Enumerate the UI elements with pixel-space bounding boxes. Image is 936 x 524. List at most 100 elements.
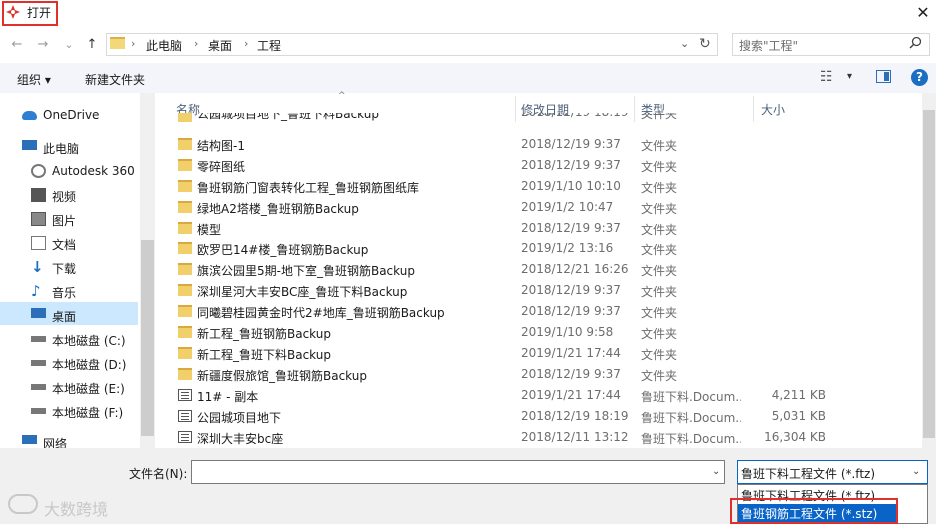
file-type: 文件夹: [641, 202, 678, 216]
folder-icon: [178, 284, 192, 296]
up-button[interactable]: ↑: [83, 36, 101, 54]
folder-icon: [178, 368, 192, 380]
nav-item[interactable]: 本地磁盘 (D:): [0, 352, 140, 374]
file-row[interactable]: 模型 2018/12/19 9:37 文件夹: [160, 218, 930, 239]
view-options-icon[interactable]: ☷: [820, 69, 833, 85]
file-row[interactable]: 新工程_鲁班钢筋Backup 2019/1/10 9:58 文件夹: [160, 322, 930, 343]
nav-item[interactable]: 桌面: [0, 304, 140, 326]
file-row[interactable]: 欧罗巴14#楼_鲁班钢筋Backup 2019/1/2 13:16 文件夹: [160, 238, 930, 259]
nav-item-label: 下载: [52, 262, 77, 276]
breadcrumb-separator: ›: [244, 37, 249, 50]
network-icon: [22, 435, 37, 444]
file-row[interactable]: 新工程_鲁班下料Backup 2019/1/21 17:44 文件夹: [160, 343, 930, 364]
file-type: 文件夹: [641, 223, 678, 237]
nav-item-label: OneDrive: [43, 108, 100, 122]
help-icon[interactable]: ?: [911, 69, 928, 86]
file-row[interactable]: 绿地A2塔楼_鲁班钢筋Backup 2019/1/2 10:47 文件夹: [160, 197, 930, 218]
file-name: 11# - 副本: [197, 390, 259, 404]
watermark-text: 大数跨境: [44, 500, 109, 519]
new-folder-button[interactable]: 新建文件夹: [85, 71, 145, 88]
breadcrumb-separator: ›: [131, 37, 136, 50]
file-date: 2018/12/11 13:12: [521, 430, 629, 444]
file-row[interactable]: 鲁班钢筋门窗表转化工程_鲁班钢筋图纸库 2019/1/10 10:10 文件夹: [160, 176, 930, 197]
file-row[interactable]: 零碎图纸 2018/12/19 9:37 文件夹: [160, 155, 930, 176]
file-name: 结构图-1: [197, 139, 245, 153]
breadcrumb-item[interactable]: 此电脑: [146, 37, 182, 54]
cloud-icon: [22, 111, 37, 120]
file-date: 2018/12/19 18:19: [521, 113, 629, 119]
file-date: 2018/12/19 9:37: [521, 283, 621, 297]
nav-item[interactable]: 图片: [0, 208, 140, 230]
file-type: 鲁班下料.Docum...: [641, 390, 741, 404]
filename-input[interactable]: [191, 460, 725, 484]
nav-item[interactable]: 此电脑: [0, 136, 140, 158]
file-row[interactable]: 旗滨公园里5期-地下室_鲁班钢筋Backup 2018/12/21 16:26 文件…: [160, 259, 930, 280]
file-type: 文件夹: [641, 243, 678, 257]
document-icon: [178, 431, 192, 443]
folder-icon: [178, 222, 192, 234]
window-title: 打开: [27, 6, 52, 20]
nav-item[interactable]: Autodesk 360: [0, 160, 140, 182]
drive-icon: [31, 408, 46, 414]
nav-item-label: 本地磁盘 (C:): [52, 334, 126, 348]
file-name: 深圳大丰安bc座: [197, 432, 284, 446]
folder-icon: [178, 113, 192, 122]
breadcrumb-item[interactable]: 工程: [257, 37, 281, 54]
file-row[interactable]: 11# - 副本 2019/1/21 17:44 鲁班下料.Docum... 4,21…: [160, 385, 930, 406]
video-icon: [31, 188, 46, 202]
breadcrumb-item[interactable]: 桌面: [208, 37, 232, 54]
file-date: 2018/12/21 16:26: [521, 262, 629, 276]
drive-icon: [31, 360, 46, 366]
nav-scrollbar-thumb[interactable]: [141, 240, 154, 436]
drive-icon: [31, 336, 46, 342]
file-size: 16,304 KB: [764, 430, 826, 444]
file-row[interactable]: 公园城项目地下_鲁班下料Backup 2018/12/19 18:19 文件夹: [160, 113, 930, 131]
file-name: 欧罗巴14#楼_鲁班钢筋Backup: [197, 243, 369, 257]
file-type: 文件夹: [641, 264, 678, 278]
nav-item[interactable]: 视频: [0, 184, 140, 206]
file-row[interactable]: 结构图-1 2018/12/19 9:37 文件夹: [160, 134, 930, 155]
view-dropdown-icon[interactable]: ▾: [847, 71, 852, 82]
file-list-scrollbar-thumb[interactable]: [923, 110, 935, 438]
file-type: 文件夹: [641, 160, 678, 174]
folder-icon: [178, 138, 192, 150]
nav-item[interactable]: ↓ 下载: [0, 256, 140, 278]
nav-item[interactable]: 本地磁盘 (C:): [0, 328, 140, 350]
nav-item[interactable]: 本地磁盘 (E:): [0, 376, 140, 398]
file-row[interactable]: 新疆度假旅馆_鲁班钢筋Backup 2018/12/19 9:37 文件夹: [160, 364, 930, 385]
nav-item-label: 本地磁盘 (E:): [52, 382, 125, 396]
folder-icon: [178, 201, 192, 213]
file-name: 同曦碧桂园黄金时代2#地库_鲁班钢筋Backup: [197, 306, 445, 320]
close-button[interactable]: ✕: [914, 4, 932, 22]
file-row[interactable]: 深圳大丰安bc座 2018/12/11 13:12 鲁班下料.Docum... 16,…: [160, 427, 930, 448]
recent-locations-button[interactable]: ⌄: [60, 36, 78, 54]
preview-pane-icon[interactable]: [876, 70, 891, 83]
file-type: 鲁班下料.Docum...: [641, 411, 741, 425]
organize-button[interactable]: 组织 ▾: [17, 71, 51, 88]
file-date: 2018/12/19 9:37: [521, 158, 621, 172]
address-dropdown-icon[interactable]: ⌄: [680, 37, 689, 50]
file-date: 2019/1/21 17:44: [521, 346, 621, 360]
back-button[interactable]: ←: [8, 36, 26, 54]
file-row[interactable]: 同曦碧桂园黄金时代2#地库_鲁班钢筋Backup 2018/12/19 9:37 文…: [160, 301, 930, 322]
document-icon: [31, 236, 46, 250]
forward-button[interactable]: →: [34, 36, 52, 54]
nav-item-label: 本地磁盘 (D:): [52, 358, 127, 372]
nav-item[interactable]: 文档: [0, 232, 140, 254]
nav-item-label: 文档: [52, 238, 77, 252]
filename-dropdown-icon[interactable]: ⌄: [712, 466, 720, 477]
nav-item[interactable]: 本地磁盘 (F:): [0, 400, 140, 422]
file-type: 鲁班下料.Docum...: [641, 432, 741, 446]
nav-item[interactable]: ♪ 音乐: [0, 280, 140, 302]
sort-ascending-icon: ^: [338, 91, 346, 101]
folder-icon: [110, 37, 125, 49]
download-icon: ↓: [31, 258, 44, 276]
filetype-dropdown-icon[interactable]: ⌄: [912, 466, 920, 477]
app-icon: [5, 4, 21, 20]
file-row[interactable]: 公园城项目地下 2018/12/19 18:19 鲁班下料.Docum... 5,03…: [160, 406, 930, 427]
file-name: 公园城项目地下: [197, 411, 282, 425]
file-row[interactable]: 深圳星河大丰安BC座_鲁班下料Backup 2018/12/19 9:37 文件夹: [160, 280, 930, 301]
refresh-icon[interactable]: ↻: [699, 36, 711, 52]
file-date: 2019/1/10 9:58: [521, 325, 614, 339]
nav-item[interactable]: OneDrive: [0, 104, 140, 126]
